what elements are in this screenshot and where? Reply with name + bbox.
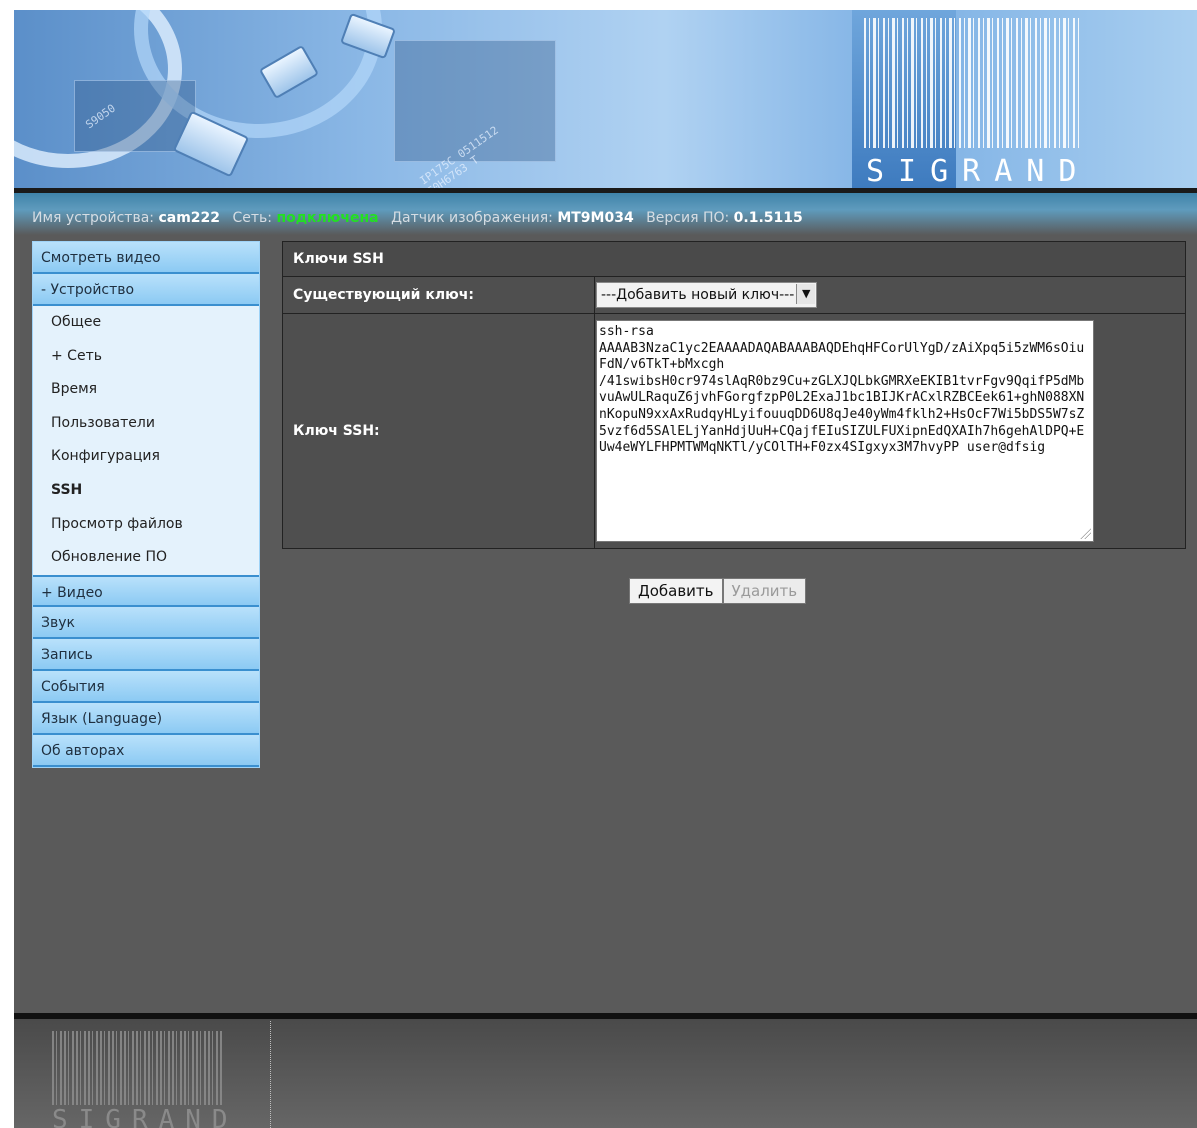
footer-barcode-icon (52, 1031, 224, 1105)
existing-key-cell: ---Добавить новый ключ--- ▼ (594, 276, 1186, 314)
section-title: Ключи SSH (282, 241, 1186, 277)
ssh-key-label: Ключ SSH: (282, 313, 595, 549)
dropdown-arrow-icon: ▼ (796, 284, 816, 304)
menu-item-device[interactable]: - Устройство (33, 274, 259, 306)
status-bar: Имя устройства: cam222 Сеть: подключена … (14, 193, 1197, 235)
sensor-value: MT9M034 (557, 210, 634, 226)
submenu-item-general[interactable]: Общее (33, 306, 259, 340)
footer-logo: SIGRAND (52, 1105, 239, 1128)
sensor-label: Датчик изображения: (391, 210, 553, 226)
existing-key-select-value: ---Добавить новый ключ--- (601, 287, 795, 303)
header-banner: S9050 IP175C 0511512 F0H6763 T SIGRAND (14, 10, 1197, 188)
header-logo: SIGRAND (866, 154, 1091, 188)
menu-item-watch-video[interactable]: Смотреть видео (33, 242, 259, 274)
submenu-item-network[interactable]: + Сеть (33, 340, 259, 374)
sidebar-menu: Смотреть видео - Устройство Общее + Сеть… (32, 241, 260, 768)
delete-button[interactable]: Удалить (722, 578, 807, 604)
status-line: Имя устройства: cam222 Сеть: подключена … (32, 210, 803, 226)
footer-separator (270, 1021, 271, 1128)
menu-item-recording[interactable]: Запись (33, 638, 259, 671)
submenu-item-firmware-update[interactable]: Обновление ПО (33, 541, 259, 575)
page-frame: S9050 IP175C 0511512 F0H6763 T SIGRAND И… (14, 10, 1197, 1128)
existing-key-label: Существующий ключ: (282, 276, 595, 314)
menu-item-video[interactable]: + Видео (33, 574, 259, 607)
submenu-item-ssh[interactable]: SSH (33, 474, 259, 508)
device-submenu: Общее + Сеть Время Пользователи Конфигур… (33, 306, 259, 575)
firmware-version: 0.1.5115 (733, 210, 803, 226)
menu-item-sound[interactable]: Звук (33, 606, 259, 639)
menu-item-language[interactable]: Язык (Language) (33, 702, 259, 735)
network-label: Сеть: (232, 210, 272, 226)
ssh-key-cell: ssh-rsa AAAAB3NzaC1yc2EAAAADAQABAAABAQDE… (594, 313, 1186, 549)
ssh-keys-form: Ключи SSH Существующий ключ: ---Добавить… (282, 241, 1186, 549)
menu-item-events[interactable]: События (33, 670, 259, 703)
ssh-key-textarea[interactable]: ssh-rsa AAAAB3NzaC1yc2EAAAADAQABAAABAQDE… (596, 320, 1094, 542)
submenu-item-users[interactable]: Пользователи (33, 407, 259, 441)
resize-grip-icon[interactable] (1079, 527, 1091, 539)
form-buttons: Добавить Удалить (629, 578, 807, 604)
device-name-label: Имя устройства: (32, 210, 154, 226)
firmware-label: Версия ПО: (646, 210, 730, 226)
network-status: подключена (276, 210, 379, 226)
device-name: cam222 (158, 210, 221, 226)
add-button[interactable]: Добавить (629, 578, 723, 604)
submenu-item-file-browser[interactable]: Просмотр файлов (33, 508, 259, 542)
menu-item-about[interactable]: Об авторах (33, 734, 259, 767)
submenu-item-configuration[interactable]: Конфигурация (33, 440, 259, 474)
ssh-key-text: ssh-rsa AAAAB3NzaC1yc2EAAAADAQABAAABAQDE… (599, 324, 1085, 456)
main-content: Ключи SSH Существующий ключ: ---Добавить… (282, 241, 1186, 604)
existing-key-select[interactable]: ---Добавить новый ключ--- ▼ (596, 282, 818, 308)
barcode-logo-icon (864, 18, 1082, 148)
footer: SIGRAND (14, 1019, 1197, 1128)
submenu-item-time[interactable]: Время (33, 373, 259, 407)
